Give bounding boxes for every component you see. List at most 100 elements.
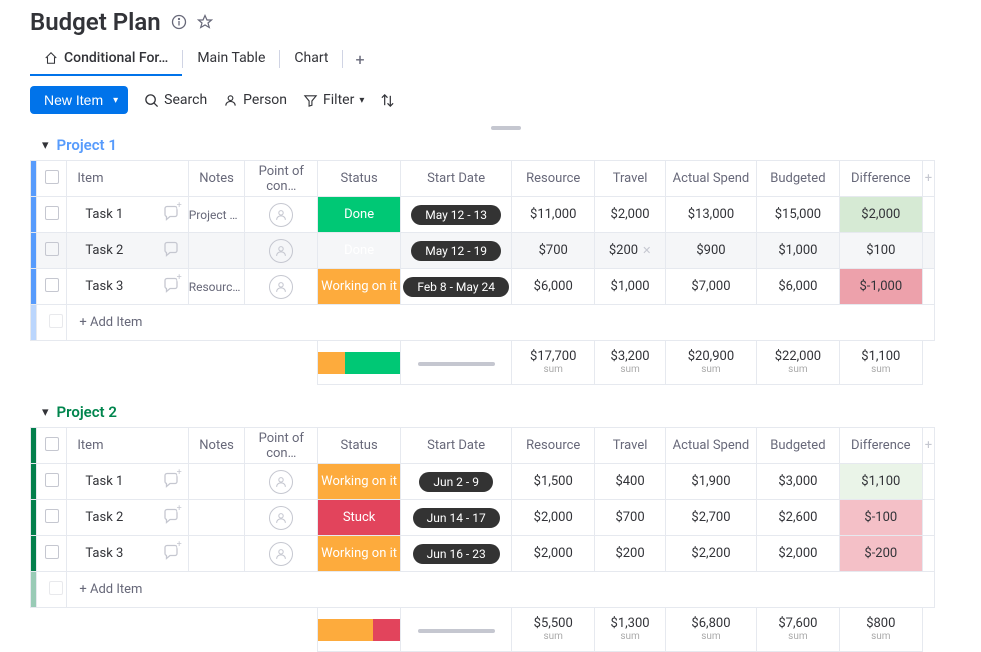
point-of-contact-cell[interactable] bbox=[245, 500, 318, 536]
travel-cell[interactable]: $400 bbox=[595, 464, 666, 500]
point-of-contact-cell[interactable] bbox=[245, 536, 318, 572]
col-item[interactable]: Item bbox=[67, 161, 188, 197]
point-of-contact-cell[interactable] bbox=[245, 464, 318, 500]
budgeted-cell[interactable]: $1,000 bbox=[756, 233, 839, 269]
resource-cell[interactable]: $2,000 bbox=[512, 536, 595, 572]
notes-cell[interactable]: Resource … bbox=[188, 269, 245, 305]
col-start-date[interactable]: Start Date bbox=[401, 428, 512, 464]
notes-cell[interactable] bbox=[188, 536, 245, 572]
filter-button[interactable]: Filter ▾ bbox=[303, 92, 364, 108]
travel-cell[interactable]: $2,000 bbox=[595, 197, 666, 233]
table-row[interactable]: Task 1 + Project D… Done May 12 - 13 $11… bbox=[31, 197, 935, 233]
travel-cell[interactable]: $200 bbox=[595, 536, 666, 572]
status-cell[interactable]: Done bbox=[318, 233, 401, 269]
table-row[interactable]: Task 2 Done May 12 - 19 $700 $200✕ $900 … bbox=[31, 233, 935, 269]
actual-spend-cell[interactable]: $900 bbox=[665, 233, 756, 269]
col-start-date[interactable]: Start Date bbox=[401, 161, 512, 197]
tab-main-table[interactable]: Main Table bbox=[183, 42, 279, 76]
status-cell[interactable]: Working on it bbox=[318, 464, 401, 500]
select-all-checkbox[interactable] bbox=[37, 428, 67, 464]
table-row[interactable]: Task 2 + Stuck Jun 14 - 17 $2,000 $700 $… bbox=[31, 500, 935, 536]
person-filter-button[interactable]: Person bbox=[223, 92, 287, 108]
status-cell[interactable]: Working on it bbox=[318, 536, 401, 572]
add-view-button[interactable]: + bbox=[343, 50, 376, 69]
difference-cell[interactable]: $100 bbox=[839, 233, 922, 269]
col-travel[interactable]: Travel bbox=[595, 428, 666, 464]
tab-conditional-formatting[interactable]: Conditional For… bbox=[30, 42, 182, 76]
budgeted-cell[interactable]: $3,000 bbox=[756, 464, 839, 500]
start-date-cell[interactable]: Feb 8 - May 24 bbox=[401, 269, 512, 305]
chat-icon[interactable]: + bbox=[162, 276, 180, 298]
start-date-cell[interactable]: Jun 2 - 9 bbox=[401, 464, 512, 500]
search-button[interactable]: Search bbox=[144, 92, 207, 108]
travel-cell[interactable]: $200✕ bbox=[595, 233, 666, 269]
collapse-group-icon[interactable]: ▾ bbox=[42, 138, 49, 153]
notes-cell[interactable] bbox=[188, 233, 245, 269]
new-item-button[interactable]: New Item ▾ bbox=[30, 86, 128, 114]
info-icon[interactable] bbox=[171, 14, 187, 30]
actual-spend-cell[interactable]: $1,900 bbox=[665, 464, 756, 500]
budgeted-cell[interactable]: $2,000 bbox=[756, 536, 839, 572]
start-date-cell[interactable]: May 12 - 13 bbox=[401, 197, 512, 233]
status-cell[interactable]: Stuck bbox=[318, 500, 401, 536]
add-item-label[interactable]: + Add Item bbox=[67, 305, 935, 341]
col-point-of-contact[interactable]: Point of con… bbox=[245, 428, 318, 464]
resource-cell[interactable]: $6,000 bbox=[512, 269, 595, 305]
point-of-contact-cell[interactable] bbox=[245, 269, 318, 305]
point-of-contact-cell[interactable] bbox=[245, 233, 318, 269]
row-checkbox[interactable] bbox=[37, 536, 67, 572]
difference-cell[interactable]: $-100 bbox=[839, 500, 922, 536]
chat-icon[interactable] bbox=[162, 240, 180, 262]
resource-cell[interactable]: $11,000 bbox=[512, 197, 595, 233]
notes-cell[interactable] bbox=[188, 464, 245, 500]
table-row[interactable]: Task 3 + Resource … Working on it Feb 8 … bbox=[31, 269, 935, 305]
col-resource[interactable]: Resource bbox=[512, 428, 595, 464]
add-item-row[interactable]: + Add Item bbox=[31, 305, 935, 341]
start-date-cell[interactable]: Jun 14 - 17 bbox=[401, 500, 512, 536]
col-travel[interactable]: Travel bbox=[595, 161, 666, 197]
start-date-cell[interactable]: Jun 16 - 23 bbox=[401, 536, 512, 572]
item-cell[interactable]: Task 1 + bbox=[67, 464, 188, 500]
item-cell[interactable]: Task 2 bbox=[67, 233, 188, 269]
add-column-button[interactable]: + bbox=[922, 428, 934, 464]
status-cell[interactable]: Done bbox=[318, 197, 401, 233]
col-budgeted[interactable]: Budgeted bbox=[756, 161, 839, 197]
travel-cell[interactable]: $1,000 bbox=[595, 269, 666, 305]
notes-cell[interactable] bbox=[188, 500, 245, 536]
actual-spend-cell[interactable]: $13,000 bbox=[665, 197, 756, 233]
difference-cell[interactable]: $-200 bbox=[839, 536, 922, 572]
col-status[interactable]: Status bbox=[318, 161, 401, 197]
row-checkbox[interactable] bbox=[37, 197, 67, 233]
start-date-cell[interactable]: May 12 - 19 bbox=[401, 233, 512, 269]
item-cell[interactable]: Task 3 + bbox=[67, 536, 188, 572]
chat-icon[interactable]: + bbox=[162, 204, 180, 226]
collapse-group-icon[interactable]: ▾ bbox=[42, 405, 49, 420]
col-difference[interactable]: Difference bbox=[839, 428, 922, 464]
add-column-button[interactable]: + bbox=[922, 161, 934, 197]
sort-button[interactable] bbox=[380, 93, 395, 108]
item-cell[interactable]: Task 3 + bbox=[67, 269, 188, 305]
chat-icon[interactable]: + bbox=[162, 471, 180, 493]
table-row[interactable]: Task 3 + Working on it Jun 16 - 23 $2,00… bbox=[31, 536, 935, 572]
row-checkbox[interactable] bbox=[37, 269, 67, 305]
budgeted-cell[interactable]: $15,000 bbox=[756, 197, 839, 233]
row-checkbox[interactable] bbox=[37, 500, 67, 536]
actual-spend-cell[interactable]: $2,200 bbox=[665, 536, 756, 572]
col-item[interactable]: Item bbox=[67, 428, 188, 464]
group-title[interactable]: Project 1 bbox=[57, 136, 117, 154]
item-cell[interactable]: Task 1 + bbox=[67, 197, 188, 233]
star-icon[interactable] bbox=[197, 14, 213, 30]
col-actual-spend[interactable]: Actual Spend bbox=[665, 428, 756, 464]
difference-cell[interactable]: $2,000 bbox=[839, 197, 922, 233]
col-status[interactable]: Status bbox=[318, 428, 401, 464]
actual-spend-cell[interactable]: $7,000 bbox=[665, 269, 756, 305]
resource-cell[interactable]: $1,500 bbox=[512, 464, 595, 500]
col-difference[interactable]: Difference bbox=[839, 161, 922, 197]
drag-handle[interactable] bbox=[491, 126, 521, 130]
actual-spend-cell[interactable]: $2,700 bbox=[665, 500, 756, 536]
travel-cell[interactable]: $700 bbox=[595, 500, 666, 536]
row-checkbox[interactable] bbox=[37, 233, 67, 269]
col-budgeted[interactable]: Budgeted bbox=[756, 428, 839, 464]
table-row[interactable]: Task 1 + Working on it Jun 2 - 9 $1,500 … bbox=[31, 464, 935, 500]
tab-chart[interactable]: Chart bbox=[280, 42, 342, 76]
